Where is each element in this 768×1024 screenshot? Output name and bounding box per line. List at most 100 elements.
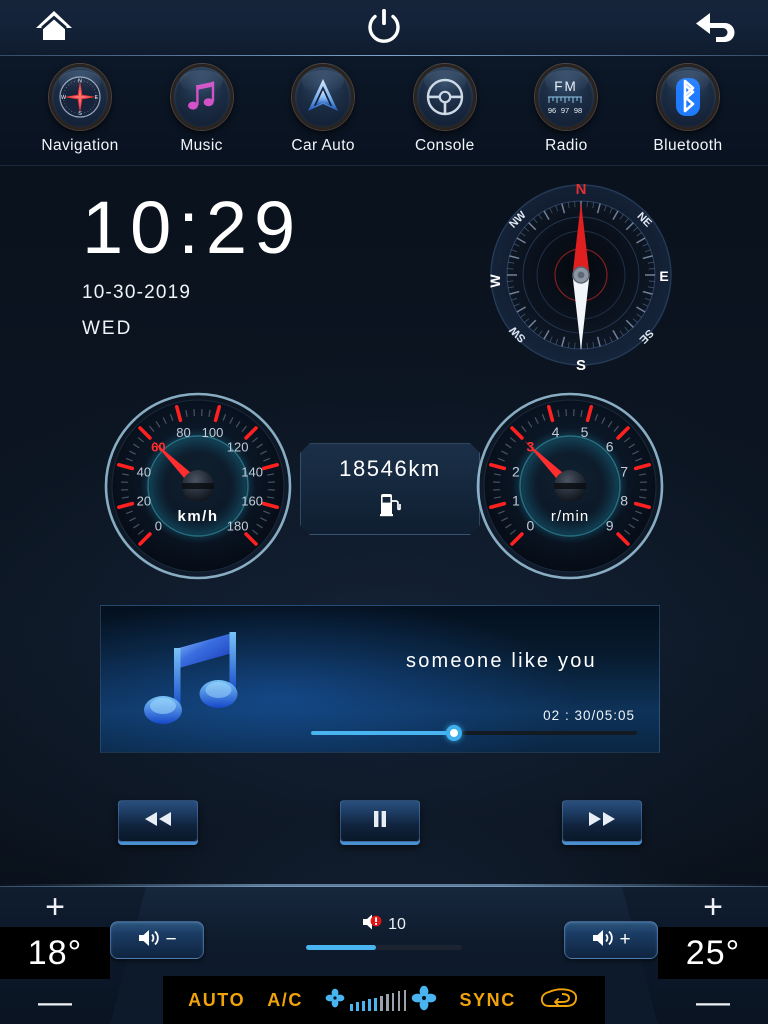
now-playing-title: someone like you [406,650,597,672]
right-temperature-control: + 25° — [658,887,768,1024]
app-bluetooth-label: Bluetooth [653,137,723,154]
right-temp-decrease-button[interactable]: — [658,979,768,1024]
svg-text:1: 1 [512,492,520,508]
volume-up-label: + [619,929,631,950]
fan-speed-control[interactable] [325,985,437,1016]
svg-text:98: 98 [574,106,582,115]
sync-button[interactable]: SYNC [459,990,515,1011]
right-temp-increase-button[interactable]: + [658,887,768,927]
rewind-icon [141,810,175,833]
music-note-icon [141,624,261,739]
compass-widget: N S E W NE NW SE SW [487,178,674,378]
home-icon [34,9,74,48]
app-console[interactable]: Console [391,64,499,155]
volume-slider[interactable] [306,945,462,950]
volume-down-label: − [165,929,177,950]
fan-icon [325,988,345,1013]
app-navigation[interactable]: N S E W Navigation [26,64,134,155]
app-bluetooth[interactable]: Bluetooth [634,64,742,155]
app-radio[interactable]: FM 96 97 98 Radio [512,64,620,155]
svg-text:180: 180 [227,519,249,534]
left-temp-increase-button[interactable]: + [0,887,110,927]
svg-text:80: 80 [176,425,190,440]
svg-text:40: 40 [137,465,151,480]
power-button[interactable]: Power [352,0,416,56]
svg-text:96: 96 [548,106,556,115]
left-temp-value: 18° [0,927,110,979]
odometer-panel: 18546km [300,443,480,535]
transport-controls: Previous Pause Next [0,800,768,852]
play-pause-button[interactable]: Pause [340,800,420,842]
bluetooth-icon [656,64,719,130]
clock-time: 10:29 [82,186,303,269]
car-auto-arrow-icon [292,64,355,130]
svg-text:S: S [78,111,82,117]
left-temp-decrease-button[interactable]: — [0,979,110,1024]
tachometer-gauge: 0123456789 r/min [470,388,670,584]
speedometer-gauge: 020406080100120140160180 km/h [98,388,298,584]
air-recirculation-icon[interactable] [538,985,580,1016]
ac-control-bar: AUTO A/C SYNC [163,976,605,1024]
fuel-pump-icon [379,493,401,522]
fm-radio-icon: FM 96 97 98 [535,64,598,130]
svg-text:N: N [78,79,82,85]
seek-slider[interactable] [311,725,637,741]
fan-icon-large [411,985,437,1016]
svg-text:7: 7 [620,464,628,480]
svg-text:2: 2 [512,464,520,480]
svg-text:100: 100 [202,425,224,440]
volume-value: 10 [388,915,406,933]
volume-up-button[interactable]: + [564,921,658,959]
auto-button[interactable]: AUTO [188,990,245,1011]
compass-rose-icon: N S E W [49,64,111,130]
top-status-bar: Home Power Back [0,0,768,56]
app-shortcut-row: N S E W Navigation Music Car Auto Consol… [0,56,768,166]
volume-down-button[interactable]: − [110,921,204,959]
svg-text:9: 9 [606,518,614,534]
svg-text:0: 0 [155,519,162,534]
svg-text:0: 0 [527,518,535,534]
seek-handle[interactable] [446,725,463,741]
svg-text:W: W [61,95,67,101]
app-console-label: Console [414,137,475,154]
volume-muted-icon [362,913,382,936]
app-radio-label: Radio [545,137,588,154]
svg-text:4: 4 [552,424,560,440]
app-car-auto[interactable]: Car Auto [269,64,377,155]
volume-indicator: 10 [291,913,477,950]
speedometer-unit: km/h [177,508,218,525]
svg-text:97: 97 [561,106,569,115]
app-music[interactable]: Music [148,64,256,155]
svg-text:W: W [488,274,503,288]
ac-button[interactable]: A/C [267,990,303,1011]
app-navigation-label: Navigation [41,137,119,154]
pause-icon [370,809,390,834]
app-car-auto-label: Car Auto [291,137,355,154]
previous-button[interactable]: Previous [118,800,198,842]
fan-level-bars [350,989,407,1011]
svg-text:FM: FM [555,79,579,94]
home-button[interactable]: Home [22,0,86,56]
climate-control-bar: + 18° — + 25° — − 10 + AUTO A/C SYNC [0,884,768,1024]
back-button[interactable]: Back [682,0,746,56]
svg-text:E: E [95,95,99,101]
music-note-icon [170,64,233,130]
volume-control-row: − 10 + [110,913,658,965]
svg-text:N: N [576,181,587,198]
svg-text:8: 8 [620,492,628,508]
app-music-label: Music [180,137,223,154]
tachometer-unit: r/min [551,508,589,525]
music-player-panel: someone like you 02 : 30/05:05 [100,605,660,753]
volume-slider-fill [306,945,377,950]
power-icon [366,7,402,50]
left-temperature-control: + 18° — [0,887,110,1024]
svg-text:S: S [576,357,586,374]
clock-date: 10-30-2019 [82,282,192,304]
svg-text:140: 140 [241,465,263,480]
volume-up-icon [591,928,615,953]
volume-down-icon [137,928,161,953]
svg-text:120: 120 [227,439,249,454]
next-button[interactable]: Next [562,800,642,842]
gauge-cluster: 020406080100120140160180 km/h 18546km [0,388,768,584]
playback-time: 02 : 30/05:05 [543,708,635,723]
